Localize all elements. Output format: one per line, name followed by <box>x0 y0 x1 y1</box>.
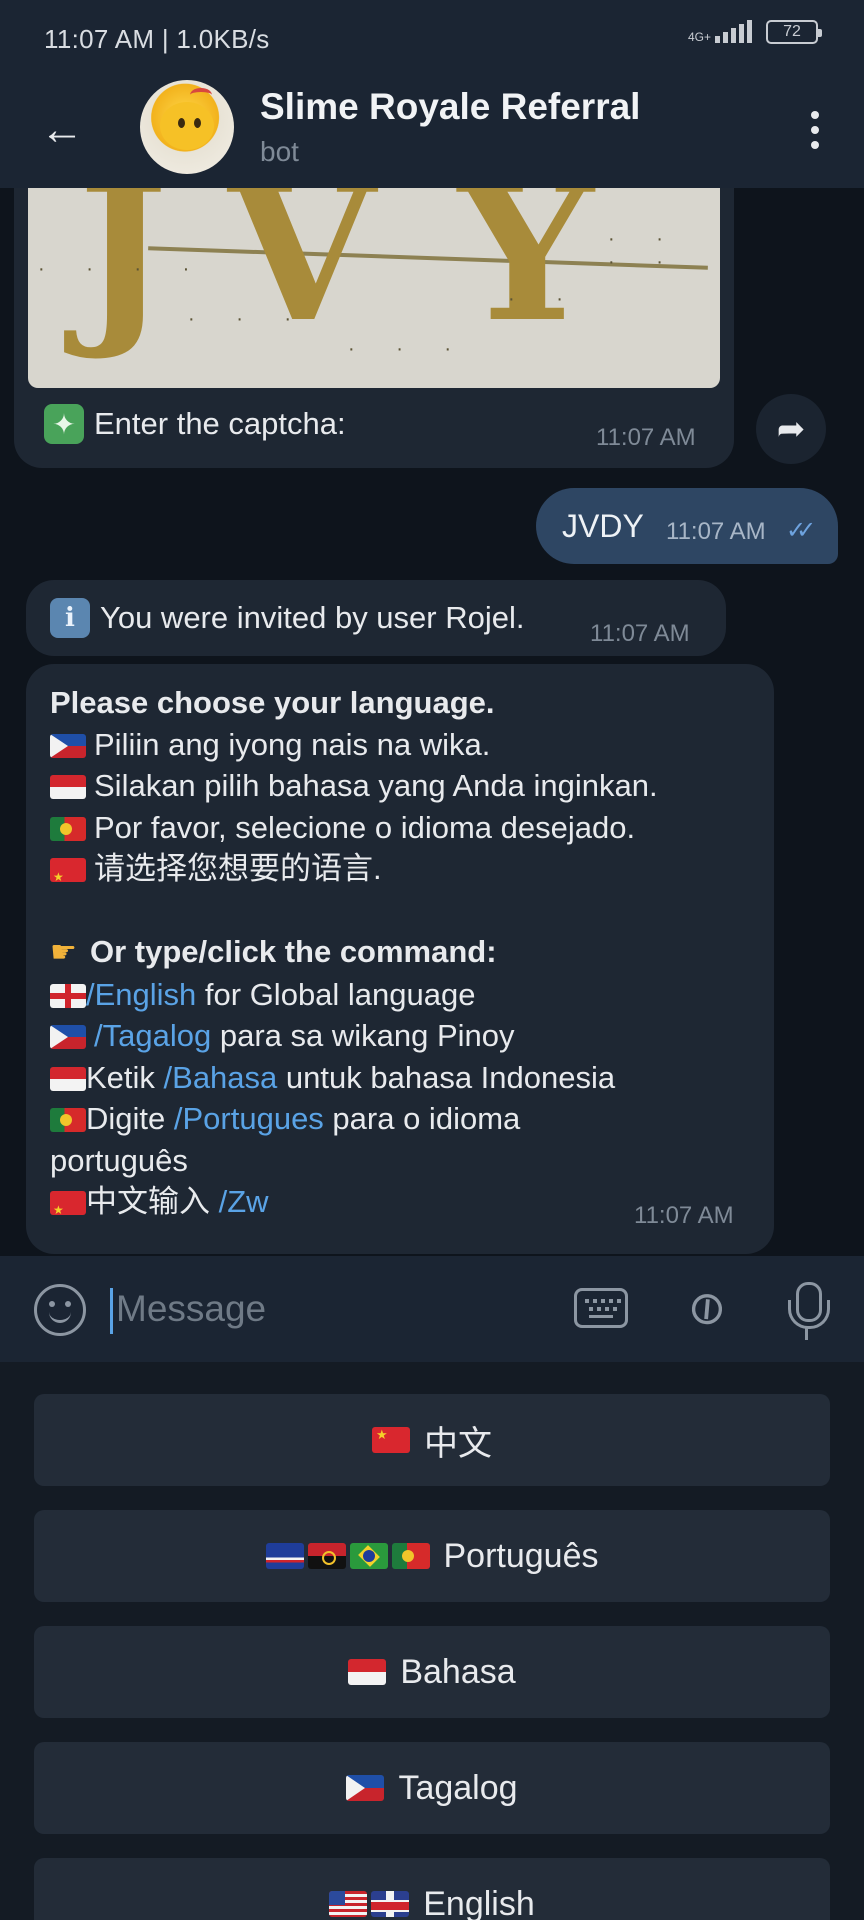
uk-flag-icon <box>371 1891 410 1917</box>
language-line-ph: Piliin ang iyong nais na wika. <box>50 724 760 766</box>
bot-reply-keyboard: 中文 Português Bahasa Tagalog English <box>0 1362 864 1920</box>
china-flag-icon <box>50 1191 86 1215</box>
portugues-command-link[interactable]: /Portugues <box>174 1101 324 1136</box>
forward-icon[interactable]: ➦ <box>756 394 826 464</box>
language-message: Please choose your language. Piliin ang … <box>26 664 774 1254</box>
outgoing-message: JVDY 11:07 AM ✓✓ <box>536 488 838 564</box>
message-time: 11:07 AM <box>590 620 690 647</box>
signal-icon: 4G+ <box>687 20 752 44</box>
language-line-cn: 请选择您想要的语言. <box>50 848 760 890</box>
china-flag-icon <box>50 858 86 882</box>
keyboard-button-english[interactable]: English <box>34 1858 830 1920</box>
chat-subtitle: bot <box>260 136 299 167</box>
status-bar: 11:07 AM | 1.0KB/s 4G+ 72 <box>0 0 864 80</box>
portugal-flag-icon <box>50 816 86 841</box>
language-line-id: Silakan pilih bahasa yang Anda inginkan. <box>50 765 760 807</box>
battery-level: 72 <box>783 23 801 40</box>
keyboard-button-chinese[interactable]: 中文 <box>34 1394 830 1486</box>
language-line-pt: Por favor, selecione o idioma desejado. <box>50 807 760 849</box>
pointing-hand-icon: ☛ <box>50 936 77 969</box>
avatar-face <box>160 102 214 150</box>
portugal-flag-icon <box>50 1108 86 1132</box>
indonesia-flag-icon <box>50 1066 86 1091</box>
english-command-link[interactable]: /English <box>86 977 196 1012</box>
brazil-flag-icon <box>349 1543 388 1569</box>
command-line-portugues: Digite /Portugues para o idioma <box>50 1098 760 1140</box>
network-label: 4G+ <box>687 30 711 44</box>
emoji-icon[interactable] <box>34 1284 86 1336</box>
message-time: 11:07 AM <box>634 1202 734 1229</box>
indonesia-flag-icon <box>348 1659 387 1685</box>
philippines-flag-icon <box>50 1025 86 1049</box>
invite-message: i You were invited by user Rojel. 11:07 … <box>26 580 726 656</box>
status-icons: 4G+ 72 <box>687 20 822 44</box>
command-line-bahasa: Ketik /Bahasa untuk bahasa Indonesia <box>50 1057 760 1099</box>
captcha-image[interactable]: J V Y · · · · · · · · · · · · · · · · <box>28 188 720 388</box>
angola-flag-icon <box>307 1543 346 1569</box>
tagalog-command-link[interactable]: /Tagalog <box>94 1018 211 1053</box>
status-time-speed: 11:07 AM | 1.0KB/s <box>44 24 270 54</box>
back-arrow-icon[interactable]: ← <box>36 104 88 156</box>
bahasa-command-link[interactable]: /Bahasa <box>164 1060 278 1095</box>
cape-verde-flag-icon <box>265 1543 304 1569</box>
sparkle-icon: ✦ <box>44 404 84 444</box>
invite-text: You were invited by user Rojel. <box>100 600 525 635</box>
philippines-flag-icon <box>346 1775 385 1801</box>
language-title: Please choose your language. <box>50 685 495 720</box>
bot-avatar[interactable] <box>140 80 234 174</box>
info-icon: i <box>50 598 90 638</box>
keyboard-button-bahasa[interactable]: Bahasa <box>34 1626 830 1718</box>
chat-history[interactable]: J V Y · · · · · · · · · · · · · · · · ✦ … <box>0 188 864 1256</box>
more-options-icon[interactable] <box>800 104 830 156</box>
zw-command-link[interactable]: /Zw <box>219 1184 269 1219</box>
command-line-english: /English for Global language <box>50 974 760 1016</box>
portugal-flag-icon <box>391 1543 430 1569</box>
keyboard-button-portugues[interactable]: Português <box>34 1510 830 1602</box>
chat-title[interactable]: Slime Royale Referral <box>260 86 640 128</box>
command-line-portugues-wrap: português <box>50 1142 188 1178</box>
england-flag-icon <box>50 983 86 1008</box>
captcha-message: J V Y · · · · · · · · · · · · · · · · ✦ … <box>14 188 734 468</box>
captcha-prompt: ✦ Enter the captcha: <box>44 404 346 444</box>
signal-bars-icon <box>715 20 752 43</box>
attach-icon[interactable]: ⊘ <box>665 1267 746 1349</box>
command-line-tagalog: /Tagalog para sa wikang Pinoy <box>50 1015 760 1057</box>
captcha-glyph: Y <box>458 188 594 364</box>
captcha-prompt-text: Enter the captcha: <box>94 406 346 441</box>
keyboard-button-tagalog[interactable]: Tagalog <box>34 1742 830 1834</box>
text-caret <box>110 1288 113 1334</box>
usa-flag-icon <box>329 1891 368 1917</box>
message-time: 11:07 AM <box>596 424 696 451</box>
message-input-bar: ⊘ <box>0 1256 864 1362</box>
message-time: 11:07 AM <box>666 518 766 545</box>
command-heading: ☛ Or type/click the command: <box>50 931 760 974</box>
indonesia-flag-icon <box>50 775 86 799</box>
china-flag-icon <box>372 1427 410 1453</box>
outgoing-text: JVDY <box>562 508 644 544</box>
bot-keyboard-icon[interactable] <box>574 1288 628 1328</box>
double-check-icon: ✓✓ <box>786 517 816 544</box>
message-input[interactable] <box>116 1278 536 1340</box>
battery-icon: 72 <box>766 20 822 44</box>
philippines-flag-icon <box>50 733 86 758</box>
chat-header: ← Slime Royale Referral bot <box>0 80 864 188</box>
